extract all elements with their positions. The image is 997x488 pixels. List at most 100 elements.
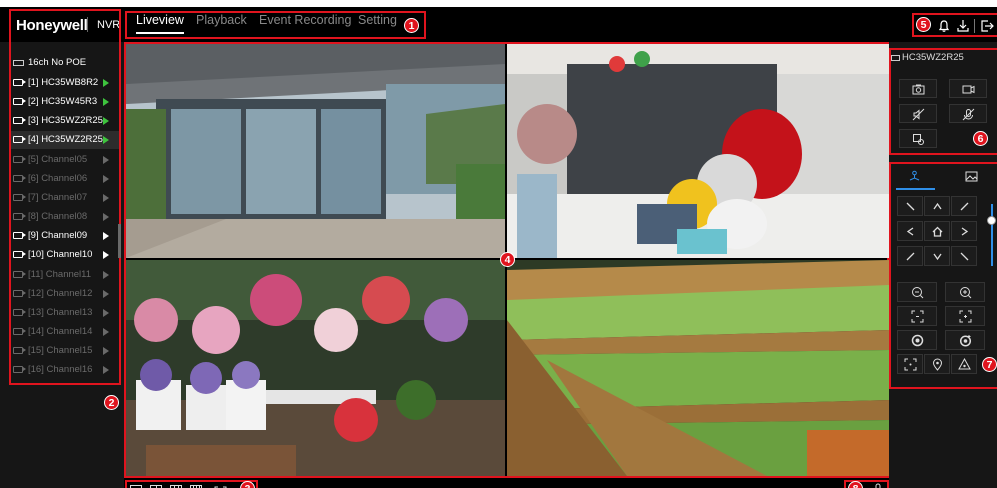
channel-row[interactable]: [10] Channel10 xyxy=(11,246,119,264)
play-icon[interactable] xyxy=(103,289,109,298)
play-icon[interactable] xyxy=(103,136,109,145)
tab-playback[interactable]: Playback xyxy=(196,13,247,27)
play-icon[interactable] xyxy=(103,270,109,279)
play-icon[interactable] xyxy=(103,174,109,183)
layout-controls-highlight: 3 xyxy=(125,480,258,488)
channel-row[interactable]: [5] Channel05 xyxy=(11,151,119,169)
callout-badge-6: 6 xyxy=(973,131,988,146)
focus-near-button[interactable] xyxy=(897,306,937,326)
focus-far-button[interactable] xyxy=(945,306,985,326)
download-icon[interactable] xyxy=(956,19,970,33)
preset-button[interactable] xyxy=(924,354,950,374)
channel-row[interactable]: [9] Channel09 xyxy=(11,227,119,245)
play-icon[interactable] xyxy=(103,347,109,356)
zoom-out-icon xyxy=(912,287,924,299)
ptz-tab[interactable] xyxy=(896,169,935,190)
ptz-speed-slider[interactable] xyxy=(991,204,993,266)
ptz-down-right-button[interactable] xyxy=(951,246,977,266)
ptz-tab-icon xyxy=(909,170,920,181)
channel-row[interactable]: [15] Channel15 xyxy=(11,342,119,360)
ptz-up-button[interactable] xyxy=(924,196,950,216)
camera-icon xyxy=(13,270,26,278)
channel-row[interactable]: [3] HC35WZ2R25 xyxy=(11,112,119,130)
play-icon[interactable] xyxy=(103,98,109,107)
channel-row[interactable]: [14] Channel14 xyxy=(11,323,119,341)
audio-mute-icon xyxy=(912,108,925,121)
auto-focus-button[interactable] xyxy=(897,354,923,374)
top-bar: Honeywell NVR Liveview Playback Event Re… xyxy=(0,7,997,42)
tab-liveview[interactable]: Liveview xyxy=(136,13,184,34)
audio-toggle-button[interactable] xyxy=(899,104,937,123)
play-icon[interactable] xyxy=(103,251,109,260)
ptz-up-right-button[interactable] xyxy=(951,196,977,216)
zoom-out-button[interactable] xyxy=(897,282,937,302)
ptz-home-button[interactable] xyxy=(924,221,950,241)
channel-row[interactable]: [6] Channel06 xyxy=(11,170,119,188)
microphone-icon[interactable] xyxy=(872,483,884,488)
tab-setting[interactable]: Setting xyxy=(358,13,397,27)
camera-icon xyxy=(13,193,26,201)
camera-icon xyxy=(13,251,26,259)
video-tile-toy-shelf[interactable] xyxy=(507,44,889,258)
channel-row[interactable]: [2] HC35W45R3 xyxy=(11,93,119,111)
panel-collapse-handle[interactable] xyxy=(118,224,121,258)
play-icon[interactable] xyxy=(103,308,109,317)
channel-label: [10] Channel10 xyxy=(28,249,93,261)
play-icon[interactable] xyxy=(103,117,109,126)
logout-icon[interactable] xyxy=(980,19,994,33)
video-tile-flower-shop[interactable] xyxy=(126,260,505,476)
channel-row[interactable]: [7] Channel07 xyxy=(11,189,119,207)
channel-label: [2] HC35W45R3 xyxy=(28,96,98,108)
channel-row[interactable]: [8] Channel08 xyxy=(11,208,119,226)
channel-row[interactable]: [12] Channel12 xyxy=(11,285,119,303)
patrol-button[interactable] xyxy=(951,354,977,374)
play-icon[interactable] xyxy=(103,155,109,164)
ptz-speed-slider-knob[interactable] xyxy=(987,216,996,225)
play-icon[interactable] xyxy=(103,79,109,87)
image-tab[interactable] xyxy=(954,169,990,185)
fullscreen-icon[interactable] xyxy=(214,484,227,488)
channel-row[interactable]: [16] Channel16 xyxy=(11,361,119,379)
iris-open-button[interactable] xyxy=(945,330,985,350)
zoom-in-button[interactable] xyxy=(945,282,985,302)
channel-row[interactable]: [4] HC35WZ2R25 xyxy=(11,131,119,150)
video-tile-office-entrance[interactable] xyxy=(126,44,505,258)
ptz-down-left-button[interactable] xyxy=(897,246,923,266)
channel-label: [15] Channel15 xyxy=(28,345,93,357)
alarm-bell-icon[interactable] xyxy=(937,19,951,33)
play-icon[interactable] xyxy=(103,213,109,222)
location-pin-icon xyxy=(932,358,943,371)
camera-icon xyxy=(13,366,26,374)
channel-label: [8] Channel08 xyxy=(28,211,88,223)
ptz-up-left-button[interactable] xyxy=(897,196,923,216)
play-icon[interactable] xyxy=(103,366,109,375)
play-icon[interactable] xyxy=(103,327,109,336)
channel-row[interactable]: [1] HC35WB8R2 xyxy=(11,74,119,92)
digital-zoom-button[interactable] xyxy=(899,129,937,148)
ptz-home-icon xyxy=(932,226,943,237)
device-row[interactable]: 16ch No POE xyxy=(11,54,119,72)
channel-row[interactable]: [11] Channel11 xyxy=(11,266,119,284)
tab-event-recording[interactable]: Event Recording xyxy=(259,13,351,27)
iris-close-button[interactable] xyxy=(897,330,937,350)
ptz-left-button[interactable] xyxy=(897,221,923,241)
record-button[interactable] xyxy=(949,79,987,98)
play-icon[interactable] xyxy=(103,193,109,202)
nvr-app: Honeywell NVR Liveview Playback Event Re… xyxy=(0,7,997,488)
talk-toggle-button[interactable] xyxy=(949,104,987,123)
camera-icon xyxy=(13,117,26,125)
snapshot-button[interactable] xyxy=(899,79,937,98)
video-tile-vegetable-aisle[interactable] xyxy=(507,260,889,476)
camera-icon xyxy=(13,327,26,335)
patrol-icon xyxy=(958,358,971,370)
channel-label: [7] Channel07 xyxy=(28,191,88,203)
channel-label: [16] Channel16 xyxy=(28,364,93,376)
play-icon[interactable] xyxy=(103,232,109,241)
callout-badge-7: 7 xyxy=(982,357,997,372)
ptz-down-button[interactable] xyxy=(924,246,950,266)
ptz-right-button[interactable] xyxy=(951,221,977,241)
channel-row[interactable]: [13] Channel13 xyxy=(11,304,119,322)
camera-icon xyxy=(13,155,26,163)
channel-label: [5] Channel05 xyxy=(28,153,88,165)
camera-icon xyxy=(13,98,26,106)
